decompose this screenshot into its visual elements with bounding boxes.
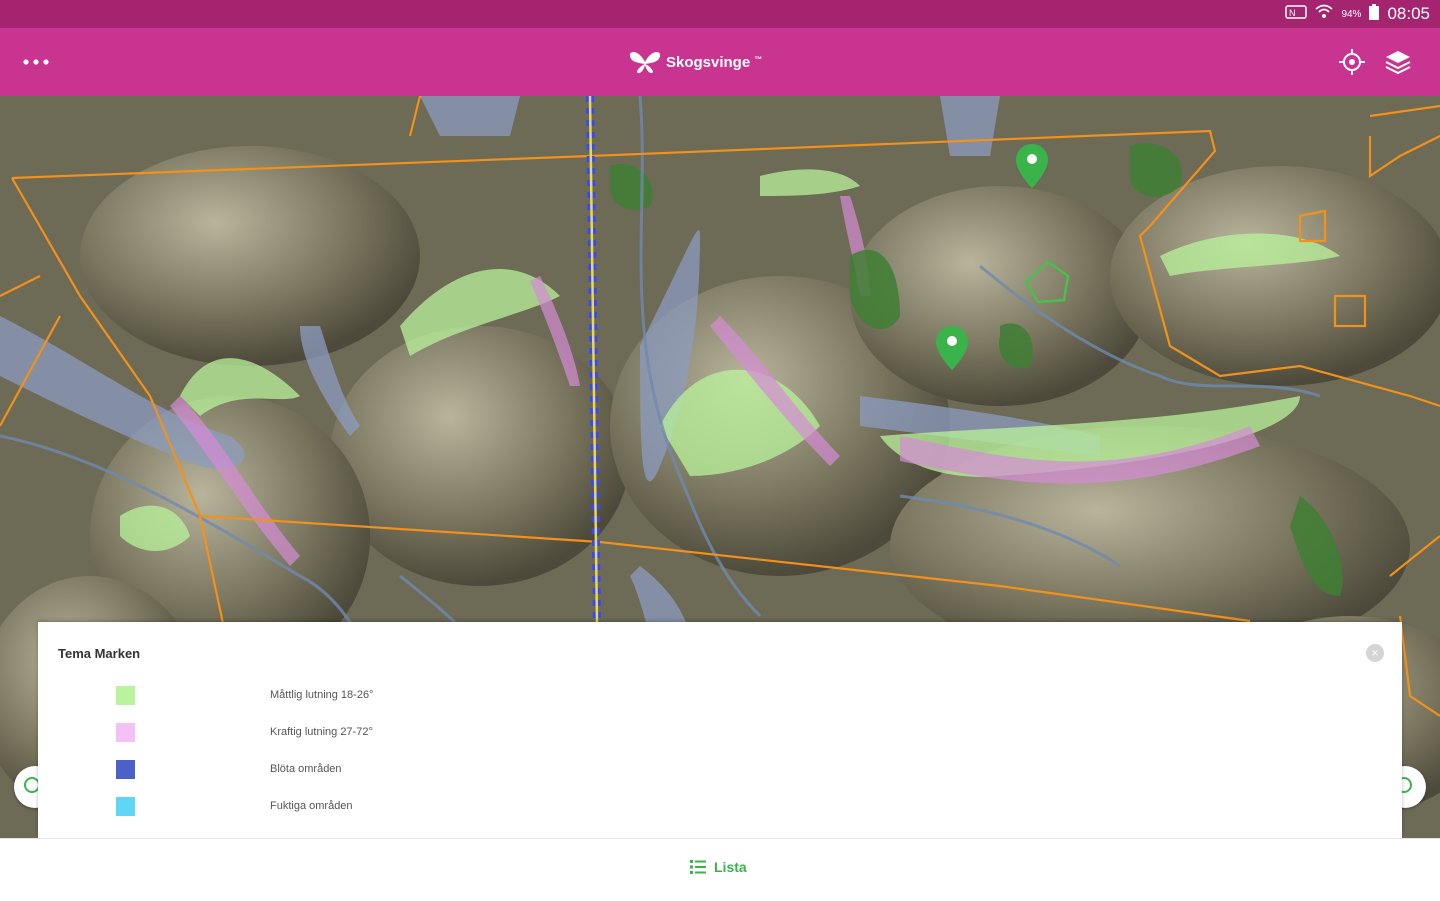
- locate-me-button[interactable]: [1336, 46, 1368, 78]
- butterfly-icon: [629, 52, 661, 74]
- layers-button[interactable]: [1382, 46, 1414, 78]
- list-icon: [690, 860, 706, 874]
- legend-label: Måttlig lutning 18-26°: [270, 689, 374, 701]
- legend-item: Blöta områden: [116, 760, 716, 780]
- wifi-icon: [1315, 4, 1334, 25]
- status-bar: N 94% 08:05: [0, 0, 1440, 28]
- legend-panel: Tema Marken × Måttlig lutning 18-26° Kra…: [38, 622, 1402, 838]
- legend-item: Måttlig lutning 18-26°: [116, 686, 716, 706]
- legend-title: Tema Marken: [58, 646, 141, 661]
- trademark-mark: ™: [754, 54, 763, 64]
- close-icon: ×: [1371, 646, 1379, 660]
- svg-text:N: N: [1289, 8, 1296, 18]
- legend-swatch: [116, 686, 135, 705]
- legend-close-button[interactable]: ×: [1366, 644, 1384, 662]
- legend-swatch: [116, 797, 135, 816]
- nfc-icon: N: [1285, 4, 1308, 24]
- legend-item: Fuktiga områden: [116, 797, 716, 817]
- overflow-menu-button[interactable]: [18, 46, 54, 78]
- legend-swatch: [116, 760, 135, 779]
- layers-icon: [1385, 51, 1411, 75]
- app-logo: Skogsvinge ™: [628, 48, 762, 76]
- battery-percent: 94%: [1341, 8, 1362, 20]
- more-horiz-icon: [23, 59, 49, 65]
- bottom-bar: Lista: [0, 838, 1440, 901]
- legend-item: Kraftig lutning 27-72°: [116, 723, 716, 743]
- app-logo-text: Skogsvinge: [666, 53, 751, 71]
- clock: 08:05: [1387, 4, 1430, 23]
- battery-icon: [1369, 3, 1380, 25]
- app-bar: Skogsvinge ™: [0, 28, 1440, 96]
- legend-label: Fuktiga områden: [270, 800, 353, 812]
- list-label: Lista: [714, 859, 747, 875]
- my-location-icon: [1339, 49, 1365, 75]
- legend-swatch: [116, 723, 135, 742]
- legend-label: Blöta områden: [270, 763, 342, 775]
- legend-label: Kraftig lutning 27-72°: [270, 726, 373, 738]
- list-button[interactable]: Lista: [690, 859, 747, 875]
